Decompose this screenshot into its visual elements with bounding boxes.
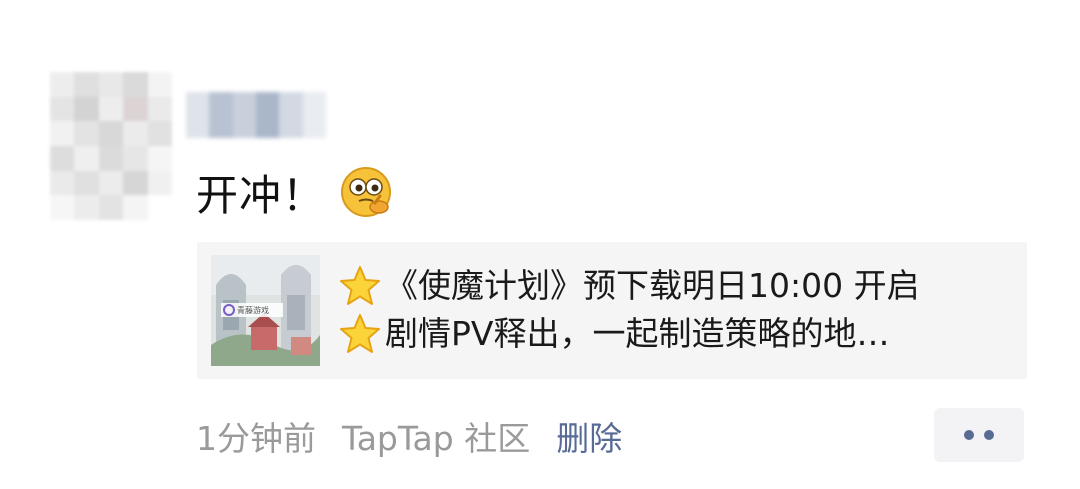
shared-link-card[interactable]: 青藤游戏 《使魔计划》预下载明日10:00 开启 剧情PV释出，一起制造策略的地… (197, 242, 1027, 379)
card-line-2: 剧情PV释出，一起制造策略的地… (337, 310, 1017, 358)
moment-post: 开冲！ 青藤游戏 《使魔计划》预下载明日10:00 开启 剧情PV释出，一起制造… (0, 0, 1080, 489)
more-actions-button[interactable] (934, 408, 1024, 462)
avatar[interactable] (50, 72, 172, 220)
thinking-face-emoji-icon (341, 167, 392, 217)
game-art-image: 青藤游戏 (211, 255, 320, 366)
star-icon (340, 314, 380, 353)
card-title-line-2: 剧情PV释出，一起制造策略的地… (385, 314, 890, 353)
post-source[interactable]: TapTap 社区 (342, 412, 530, 460)
card-thumbnail: 青藤游戏 (211, 255, 320, 366)
post-time: 1分钟前 (196, 419, 316, 458)
star-icon (340, 266, 380, 305)
more-dot-icon (984, 430, 994, 440)
post-text: 开冲！ (196, 160, 393, 224)
more-dot-icon (964, 430, 974, 440)
card-line-1: 《使魔计划》预下载明日10:00 开启 (337, 262, 1017, 310)
delete-link[interactable]: 删除 (556, 412, 622, 460)
nickname[interactable] (186, 92, 326, 138)
thumb-logo-text: 青藤游戏 (237, 305, 269, 315)
post-text-content: 开冲！ (196, 170, 326, 220)
card-title-line-1: 《使魔计划》预下载明日10:00 开启 (385, 266, 920, 305)
post-meta: 1分钟前 TapTap 社区 删除 (196, 410, 622, 462)
card-text: 《使魔计划》预下载明日10:00 开启 剧情PV释出，一起制造策略的地… (337, 262, 1017, 358)
